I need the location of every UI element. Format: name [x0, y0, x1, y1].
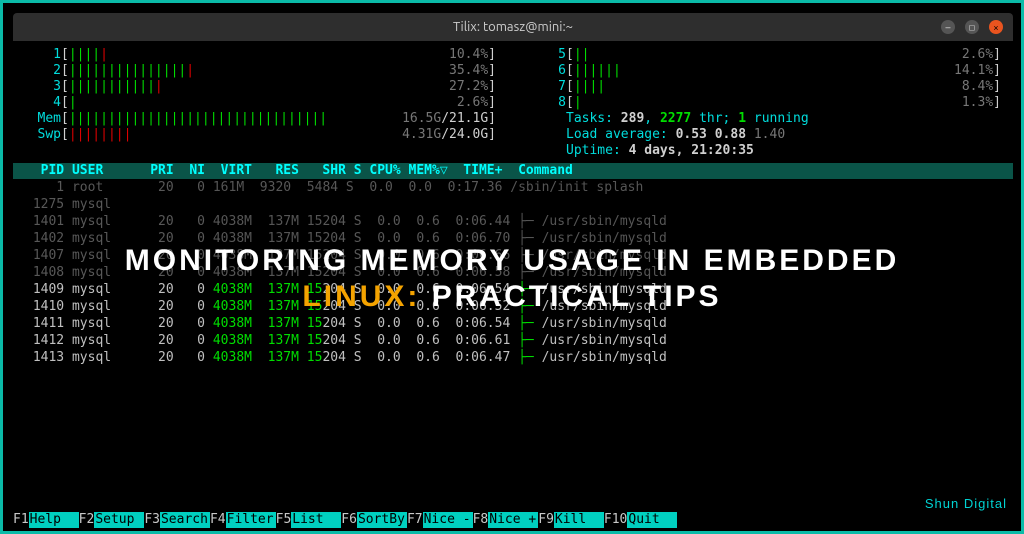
fkey-F7-label[interactable]: Nice -: [423, 512, 473, 528]
process-row[interactable]: 1412 mysql 20 0 4038M 137M 15204 S 0.0 0…: [13, 332, 1013, 349]
overlay-line2-tail: PRACTICAL TIPS: [420, 280, 721, 313]
tasks-summary: Tasks: 289, 2277 thr; 1 running: [530, 111, 1001, 127]
process-row[interactable]: 1413 mysql 20 0 4038M 137M 15204 S 0.0 0…: [13, 349, 1013, 366]
brand-watermark: Shun Digital: [925, 496, 1007, 511]
fkey-F9-label[interactable]: Kill: [554, 512, 604, 528]
cpu-meter-3: 3[||||||||||||27.2%]: [25, 79, 496, 95]
fkey-F5-label[interactable]: List: [291, 512, 341, 528]
uptime: Uptime: 4 days, 21:20:35: [530, 143, 1001, 159]
fkey-F4-key: F4: [210, 512, 226, 528]
cpu-meter-4: 4[|2.6%]: [25, 95, 496, 111]
fkey-F8-label[interactable]: Nice +: [488, 512, 538, 528]
fkey-F3-label[interactable]: Search: [160, 512, 210, 528]
cpu-meter-6: 6[||||||14.1%]: [530, 63, 1001, 79]
function-key-bar: F1Help F2Setup F3SearchF4FilterF5List F6…: [13, 512, 1011, 528]
fkey-F1-label[interactable]: Help: [29, 512, 79, 528]
cpu-meter-8: 8[|1.3%]: [530, 95, 1001, 111]
process-row[interactable]: 1275 mysql: [13, 196, 1013, 213]
overlay-line1: MONITORING MEMORY USAGE IN EMBEDDED: [3, 243, 1021, 279]
fkey-F10-key: F10: [604, 512, 627, 528]
article-title-overlay: MONITORING MEMORY USAGE IN EMBEDDED LINU…: [3, 243, 1021, 315]
fkey-F3-key: F3: [144, 512, 160, 528]
load-average: Load average: 0.53 0.88 1.40: [530, 127, 1001, 143]
cpu-meter-2: 2[||||||||||||||||35.4%]: [25, 63, 496, 79]
process-row[interactable]: 1401 mysql 20 0 4038M 137M 15204 S 0.0 0…: [13, 213, 1013, 230]
process-row[interactable]: 1 root 20 0 161M 9320 5484 S 0.0 0.0 0:1…: [13, 179, 1013, 196]
terminal-area: 1[|||||10.4%]2[||||||||||||||||35.4%]3[|…: [13, 41, 1013, 159]
memory-meter: Mem[|||||||||||||||||||||||||||||||||16.…: [25, 111, 496, 127]
cpu-meter-5: 5[||2.6%]: [530, 47, 1001, 63]
fkey-F6-key: F6: [341, 512, 357, 528]
fkey-F5-key: F5: [276, 512, 292, 528]
fkey-F10-label[interactable]: Quit: [627, 512, 677, 528]
process-row[interactable]: 1411 mysql 20 0 4038M 137M 15204 S 0.0 0…: [13, 315, 1013, 332]
window-maximize-button[interactable]: [965, 20, 979, 34]
fkey-F4-label[interactable]: Filter: [226, 512, 276, 528]
fkey-F6-label[interactable]: SortBy: [357, 512, 407, 528]
fkey-F7-key: F7: [407, 512, 423, 528]
window-close-button[interactable]: [989, 20, 1003, 34]
cpu-meter-1: 1[|||||10.4%]: [25, 47, 496, 63]
fkey-F2-key: F2: [79, 512, 95, 528]
fkey-F9-key: F9: [538, 512, 554, 528]
cpu-meters-left: 1[|||||10.4%]2[||||||||||||||||35.4%]3[|…: [25, 47, 496, 159]
process-table-header[interactable]: PID USER PRI NI VIRT RES SHR S CPU% MEM%…: [13, 163, 1013, 179]
fkey-F2-label[interactable]: Setup: [94, 512, 144, 528]
cpu-meter-7: 7[||||8.4%]: [530, 79, 1001, 95]
swap-meter: Swp[||||||||4.31G/24.0G]: [25, 127, 496, 143]
fkey-F1-key: F1: [13, 512, 29, 528]
cpu-meters-right: 5[||2.6%]6[||||||14.1%]7[||||8.4%]8[|1.3…: [530, 47, 1001, 159]
window-titlebar: Tilix: tomasz@mini:~: [13, 13, 1013, 41]
fkey-F8-key: F8: [473, 512, 489, 528]
window-title: Tilix: tomasz@mini:~: [453, 20, 573, 34]
window-minimize-button[interactable]: [941, 20, 955, 34]
overlay-line2-highlight: LINUX:: [302, 280, 420, 313]
